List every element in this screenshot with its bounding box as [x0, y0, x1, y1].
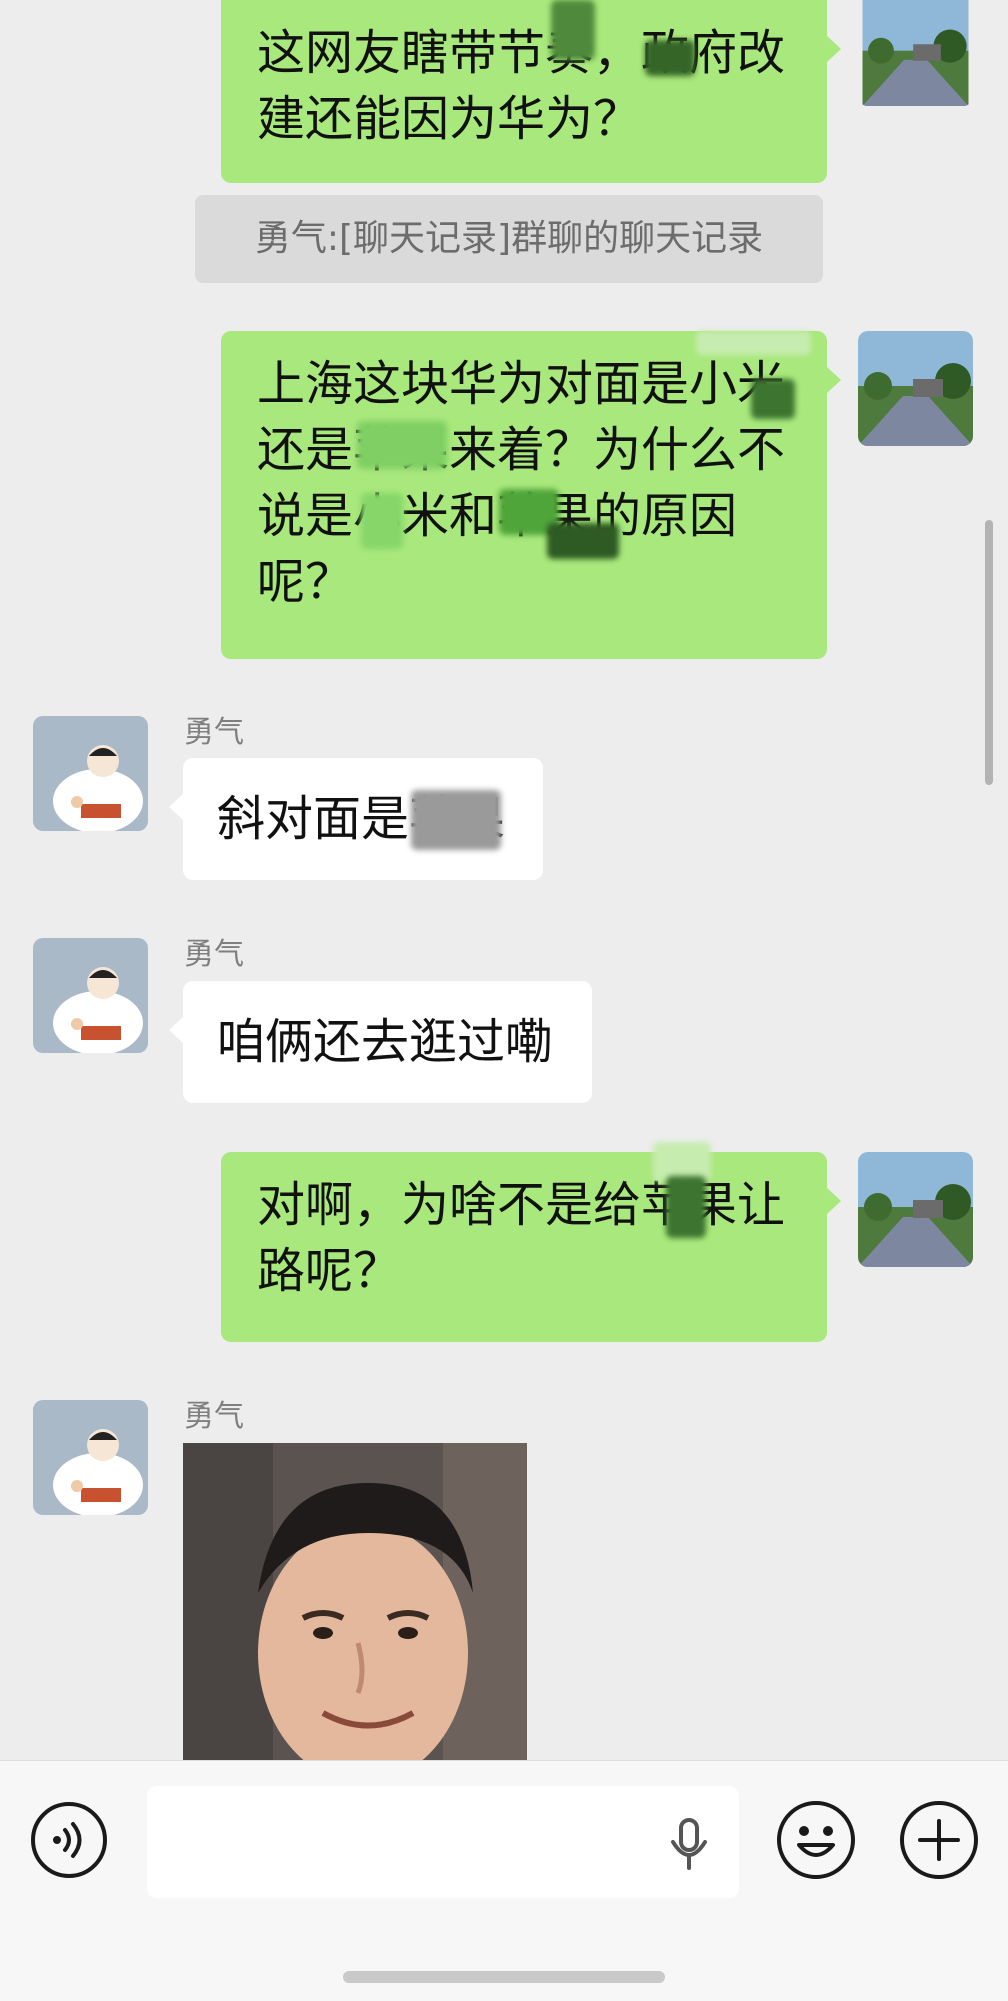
chat-history-card[interactable]: 勇气:[聊天记录]群聊的聊天记录: [195, 195, 823, 283]
contact-avatar[interactable]: [33, 938, 148, 1053]
my-avatar[interactable]: [858, 331, 973, 446]
message-bubble-theirs[interactable]: 斜对面是苹果: [169, 758, 543, 880]
microphone-icon[interactable]: [669, 1818, 709, 1874]
redaction-blur: [547, 523, 619, 559]
input-bar: [0, 1760, 1008, 2001]
redaction-blur: [411, 790, 501, 850]
message-text: 上海这块华为对面是小米还是苹果来着？为什么不说是小米和苹果的原因呢？: [257, 356, 786, 610]
chat-area[interactable]: 这网友瞎带节奏，政府改建还能因为华为？ 勇气:[聊天记录]群聊的聊天记录 上海这…: [0, 0, 1008, 1760]
message-bubble-mine[interactable]: 这网友瞎带节奏，政府改建还能因为华为？: [221, 0, 841, 183]
redaction-blur: [666, 1176, 706, 1238]
sender-name: 勇气: [184, 1399, 244, 1434]
message-bubble-mine[interactable]: 上海这块华为对面是小米还是苹果来着？为什么不说是小米和苹果的原因呢？: [221, 331, 841, 659]
bubble-tail: [827, 1188, 841, 1214]
message-input[interactable]: [147, 1786, 739, 1898]
redaction-blur: [751, 379, 795, 419]
contact-avatar[interactable]: [33, 716, 148, 831]
redaction-blur: [361, 493, 403, 549]
bubble-tail: [169, 1017, 183, 1043]
redaction-blur: [645, 40, 695, 76]
smiley-icon[interactable]: [775, 1799, 857, 1881]
my-avatar[interactable]: [858, 0, 973, 106]
message-bubble-mine[interactable]: 对啊，为啥不是给苹果让路呢？: [221, 1142, 841, 1342]
plus-icon[interactable]: [898, 1799, 980, 1881]
home-indicator[interactable]: [343, 1971, 665, 1983]
goose-cartoon-icon: [33, 938, 148, 1053]
goose-cartoon-icon: [33, 1400, 148, 1515]
street-scene-icon: [858, 1152, 973, 1267]
message-text: 咱俩还去逛过嘞: [217, 1014, 554, 1070]
bubble-tail: [827, 367, 841, 393]
bubble-tail: [827, 36, 841, 62]
street-scene-icon: [862, 0, 969, 106]
message-bubble-theirs[interactable]: 咱俩还去逛过嘞: [169, 981, 592, 1103]
sender-name: 勇气: [184, 715, 244, 750]
street-scene-icon: [858, 331, 973, 446]
scrollbar[interactable]: [985, 520, 993, 785]
smiling-man-sticker[interactable]: [183, 1443, 527, 1760]
redaction-blur: [696, 331, 811, 355]
redaction-blur: [551, 0, 595, 60]
voice-wave-icon[interactable]: [29, 1800, 109, 1880]
contact-avatar[interactable]: [33, 1400, 148, 1515]
sender-name: 勇气: [184, 937, 244, 972]
bubble-tail: [169, 794, 183, 820]
my-avatar[interactable]: [858, 1152, 973, 1267]
goose-cartoon-icon: [33, 716, 148, 831]
message-text: 这网友瞎带节奏，政府改建还能因为华为？: [257, 25, 786, 147]
redaction-blur: [357, 421, 447, 469]
